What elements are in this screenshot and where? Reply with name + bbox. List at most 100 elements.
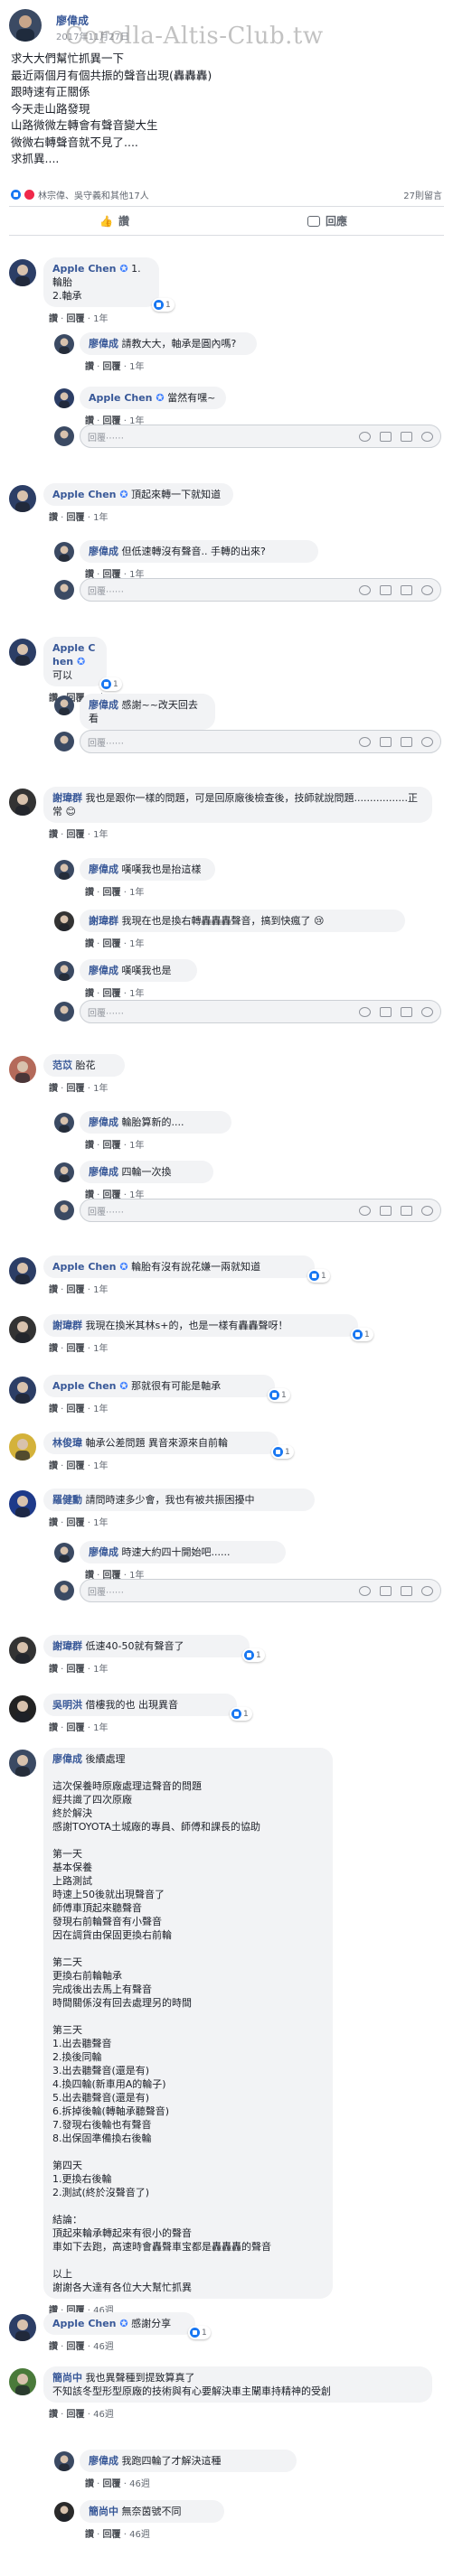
comment-like-link[interactable]: 讚 (49, 1405, 58, 1414)
reaction-count[interactable]: 1 (351, 1328, 373, 1341)
emoji-icon[interactable] (359, 584, 371, 595)
comment-reply-link[interactable]: 回覆 (103, 1141, 121, 1151)
commenter-name[interactable]: Apple Chen ✪ (52, 1261, 128, 1273)
gif-icon[interactable] (401, 736, 412, 747)
sticker-icon[interactable] (421, 1205, 433, 1216)
comment-like-link[interactable]: 讚 (85, 2479, 94, 2489)
commenter-avatar[interactable] (54, 1113, 74, 1133)
commenter-avatar[interactable] (54, 334, 74, 354)
reaction-count[interactable]: 1 (152, 298, 175, 312)
reply-input[interactable]: 回覆⋯⋯ (80, 1199, 441, 1222)
commenter-avatar[interactable] (9, 1637, 36, 1664)
commenter-avatar[interactable] (54, 860, 74, 880)
reaction-count[interactable]: 1 (307, 1269, 330, 1283)
commenter-avatar[interactable] (54, 1543, 74, 1563)
comment-like-link[interactable]: 讚 (49, 830, 58, 840)
sticker-icon[interactable] (421, 584, 433, 595)
camera-icon[interactable] (380, 584, 392, 595)
commenter-name[interactable]: 廖偉成 (89, 699, 118, 711)
comment-time[interactable]: 1年 (129, 989, 144, 999)
commenter-name[interactable]: Apple Chen ✪ (52, 489, 128, 500)
commenter-name[interactable]: 謝瑋群 (52, 792, 82, 804)
commenter-avatar[interactable] (54, 911, 74, 931)
comment-like-link[interactable]: 讚 (49, 513, 58, 523)
comment-reply-link[interactable]: 回覆 (67, 1518, 85, 1528)
comment-reply-link[interactable]: 回覆 (103, 989, 121, 999)
reaction-count[interactable]: 1 (268, 1388, 290, 1402)
commenter-name[interactable]: 吳明洪 (52, 1699, 82, 1711)
comment-time[interactable]: 1年 (93, 1665, 108, 1675)
comment-reply-link[interactable]: 回覆 (103, 888, 121, 898)
author-avatar[interactable] (9, 9, 42, 42)
comment-reply-link[interactable]: 回覆 (67, 513, 85, 523)
commenter-name[interactable]: 廖偉成 (89, 1116, 118, 1128)
emoji-icon[interactable] (359, 1585, 371, 1596)
comment-time[interactable]: 1年 (93, 1084, 108, 1094)
comment-like-link[interactable]: 讚 (49, 2342, 58, 2352)
commenter-avatar[interactable] (54, 542, 74, 562)
commenter-name[interactable]: 范苡 (52, 1059, 72, 1071)
emoji-icon[interactable] (359, 1205, 371, 1216)
comment-like-link[interactable]: 讚 (85, 939, 94, 949)
commenter-avatar[interactable] (9, 259, 36, 286)
sticker-icon[interactable] (421, 1585, 433, 1596)
comment-time[interactable]: 1年 (93, 1344, 108, 1354)
comment-time[interactable]: 1年 (93, 1723, 108, 1733)
comment-like-link[interactable]: 讚 (49, 1518, 58, 1528)
comment-reply-link[interactable]: 回覆 (67, 1084, 85, 1094)
commenter-name[interactable]: 簡尚中 (52, 2372, 82, 2384)
sticker-icon[interactable] (421, 736, 433, 747)
commenter-name[interactable]: 謝瑋群 (52, 1640, 82, 1652)
comment-reply-link[interactable]: 回覆 (67, 2410, 85, 2420)
comment-reply-link[interactable]: 回覆 (67, 1405, 85, 1414)
comment-count[interactable]: 27則留言 (403, 188, 442, 201)
reply-input[interactable]: 回覆⋯⋯ (80, 1579, 441, 1602)
comment-reply-link[interactable]: 回覆 (103, 939, 121, 949)
reply-input[interactable]: 回覆⋯⋯ (80, 425, 441, 448)
gif-icon[interactable] (401, 1205, 412, 1216)
comment-time[interactable]: 1年 (93, 513, 108, 523)
gif-icon[interactable] (401, 431, 412, 442)
emoji-icon[interactable] (359, 431, 371, 442)
comment-reply-link[interactable]: 回覆 (67, 830, 85, 840)
commenter-avatar[interactable] (9, 2368, 36, 2395)
emoji-icon[interactable] (359, 1006, 371, 1017)
commenter-name[interactable]: 廖偉成 (89, 546, 118, 557)
comment-like-link[interactable]: 讚 (85, 1141, 94, 1151)
commenter-name[interactable]: 廖偉成 (89, 338, 118, 350)
commenter-avatar[interactable] (54, 388, 74, 408)
comment-reply-link[interactable]: 回覆 (103, 2530, 121, 2540)
comment-reply-link[interactable]: 回覆 (67, 1665, 85, 1675)
commenter-name[interactable]: Apple Chen ✪ (89, 392, 165, 404)
comment-like-link[interactable]: 讚 (85, 989, 94, 999)
commenter-avatar[interactable] (9, 1316, 36, 1343)
comment-time[interactable]: 46週 (129, 2530, 150, 2540)
comment-time[interactable]: 46週 (93, 2410, 114, 2420)
commenter-avatar[interactable] (9, 2314, 36, 2341)
comment-like-link[interactable]: 讚 (49, 1665, 58, 1675)
commenter-avatar[interactable] (9, 639, 36, 666)
comment-like-link[interactable]: 讚 (49, 314, 58, 324)
commenter-avatar[interactable] (54, 1162, 74, 1182)
comment-reply-link[interactable]: 回覆 (67, 1344, 85, 1354)
comment-reply-link[interactable]: 回覆 (67, 1285, 85, 1295)
commenter-avatar[interactable] (9, 789, 36, 816)
commenter-avatar[interactable] (54, 2502, 74, 2522)
comment-like-link[interactable]: 讚 (49, 1344, 58, 1354)
comment-reply-link[interactable]: 回覆 (67, 2342, 85, 2352)
reactors-summary[interactable]: 林宗偉、吳守義和其他17人 (38, 188, 149, 201)
commenter-avatar[interactable] (9, 1433, 36, 1461)
comment-reply-link[interactable]: 回覆 (67, 314, 85, 324)
commenter-name[interactable]: 簡尚中 (89, 2506, 118, 2517)
emoji-icon[interactable] (359, 736, 371, 747)
reply-input[interactable]: 回覆⋯⋯ (80, 730, 441, 753)
comment-button[interactable]: 回應 (307, 213, 347, 229)
commenter-avatar[interactable] (54, 695, 74, 715)
commenter-name[interactable]: Apple Chen ✪ (52, 2318, 128, 2329)
gif-icon[interactable] (401, 584, 412, 595)
commenter-name[interactable]: 羅健勳 (52, 1494, 82, 1506)
commenter-avatar[interactable] (9, 1490, 36, 1517)
commenter-avatar[interactable] (9, 1750, 36, 1777)
like-button[interactable]: 👍 讚 (99, 213, 129, 229)
comment-time[interactable]: 1年 (129, 1141, 144, 1151)
